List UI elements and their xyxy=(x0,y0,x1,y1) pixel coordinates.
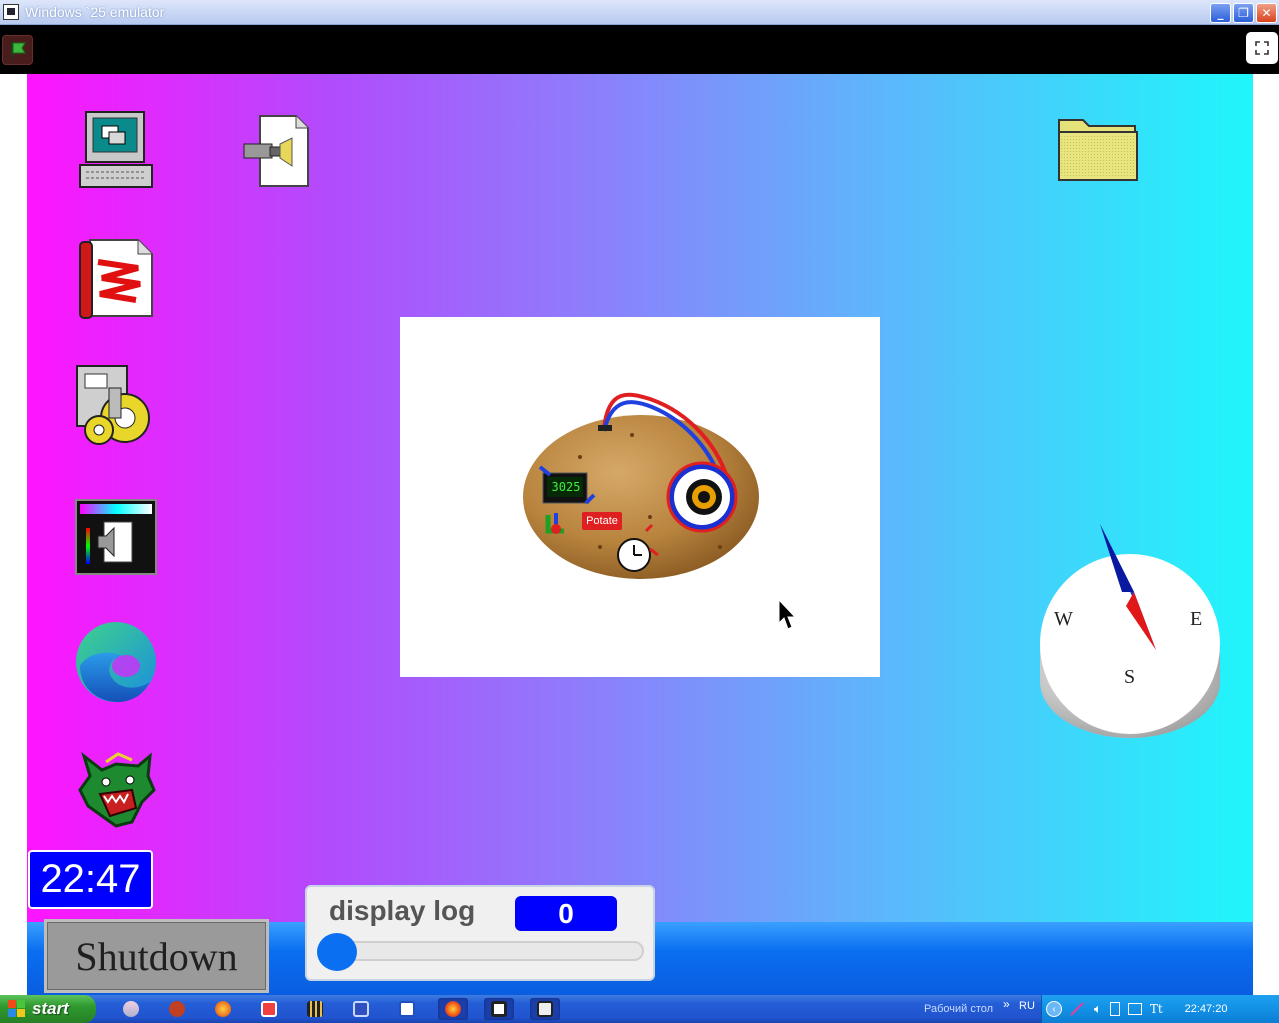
potate-label: Potate xyxy=(582,512,622,530)
pen-icon[interactable] xyxy=(1070,1002,1086,1016)
safely-remove-icon[interactable] xyxy=(1109,1002,1120,1016)
quicklaunch-2[interactable] xyxy=(162,998,192,1020)
green-flag-button[interactable] xyxy=(2,35,33,65)
windows-taskbar: start Рабочий стол » RU ‹ 🔈︎ Tt 22:47:20 xyxy=(0,995,1279,1023)
start-button[interactable]: start xyxy=(0,995,96,1023)
document-icon xyxy=(399,1001,415,1017)
eraser-icon xyxy=(123,1001,139,1017)
edge-browser-icon[interactable] xyxy=(74,620,158,704)
desktop-toolbar-label[interactable]: Рабочий стол xyxy=(924,1003,993,1015)
minimize-button[interactable]: _ xyxy=(1210,3,1231,23)
emulator-toolbar xyxy=(0,25,1279,74)
mouse-cursor-icon xyxy=(778,599,796,630)
close-button[interactable]: ✕ xyxy=(1256,3,1277,23)
fullscreen-icon xyxy=(1255,41,1269,55)
compass-west-label: W xyxy=(1054,608,1073,630)
display-log-slider-track[interactable] xyxy=(321,941,644,961)
app-icon xyxy=(3,4,19,20)
green-flag-icon xyxy=(10,42,26,58)
maximize-button[interactable]: ❐ xyxy=(1233,3,1254,23)
folder-icon[interactable] xyxy=(1055,112,1141,184)
potato-clock-display: 3025 xyxy=(551,480,581,494)
image-viewer-panel[interactable]: 3025 Potate xyxy=(400,317,880,677)
paint-file-icon[interactable] xyxy=(78,238,158,320)
window-title: Windows `25 emulator xyxy=(25,4,165,20)
quicklaunch-1[interactable] xyxy=(116,998,146,1020)
display-log-panel: display log 0 xyxy=(305,885,655,981)
firefox-icon xyxy=(445,1001,461,1017)
toolbar-chevron[interactable]: » xyxy=(1003,997,1010,1011)
quicklaunch-8[interactable] xyxy=(438,998,468,1020)
sound-settings-icon[interactable] xyxy=(74,498,158,576)
quicklaunch-9[interactable] xyxy=(484,998,514,1020)
tray-expand-icon[interactable]: ‹ xyxy=(1046,1001,1062,1017)
bug-icon xyxy=(169,1001,185,1017)
windows-logo-icon xyxy=(8,1000,26,1018)
compass-widget[interactable]: W E S xyxy=(1038,522,1222,738)
orb-icon xyxy=(215,1001,231,1017)
film-icon xyxy=(307,1001,323,1017)
dragon-icon[interactable] xyxy=(76,750,158,828)
system-tray: ‹ 🔈︎ Tt 22:47:20 xyxy=(1041,995,1279,1023)
display-log-label: display log xyxy=(329,895,476,926)
my-computer-icon[interactable] xyxy=(76,110,156,192)
quicklaunch-3[interactable] xyxy=(208,998,238,1020)
setup-gears-icon[interactable] xyxy=(73,364,159,446)
network-icon[interactable] xyxy=(1127,1003,1142,1015)
compass-east-label: E xyxy=(1190,608,1203,630)
volume-icon[interactable]: 🔈︎ xyxy=(1094,1001,1102,1017)
quicklaunch-10[interactable] xyxy=(530,998,560,1020)
desktop-clock: 22:47 xyxy=(28,850,153,909)
emulator-stage: 3025 Potate W E S 22:47 Shutdown display… xyxy=(0,74,1279,995)
window-icon xyxy=(491,1001,507,1017)
quicklaunch-5[interactable] xyxy=(300,998,330,1020)
floppy-icon xyxy=(353,1001,369,1017)
video-file-icon[interactable] xyxy=(240,114,312,188)
quicklaunch-7[interactable] xyxy=(392,998,422,1020)
display-log-value: 0 xyxy=(515,896,617,931)
compass-south-label: S xyxy=(1124,666,1136,688)
display-log-slider-knob[interactable] xyxy=(317,933,357,971)
shutdown-button[interactable]: Shutdown xyxy=(44,919,269,993)
record-icon xyxy=(261,1001,277,1017)
quicklaunch-6[interactable] xyxy=(346,998,376,1020)
font-icon[interactable]: Tt xyxy=(1150,1002,1163,1016)
language-indicator[interactable]: RU xyxy=(1019,1000,1035,1012)
quicklaunch-4[interactable] xyxy=(254,998,284,1020)
fullscreen-button[interactable] xyxy=(1246,32,1278,64)
emulator-icon xyxy=(537,1001,553,1017)
tray-clock[interactable]: 22:47:20 xyxy=(1185,1003,1228,1015)
window-title-bar[interactable]: Windows `25 emulator _ ❐ ✕ xyxy=(0,0,1279,25)
start-label: start xyxy=(32,999,69,1018)
